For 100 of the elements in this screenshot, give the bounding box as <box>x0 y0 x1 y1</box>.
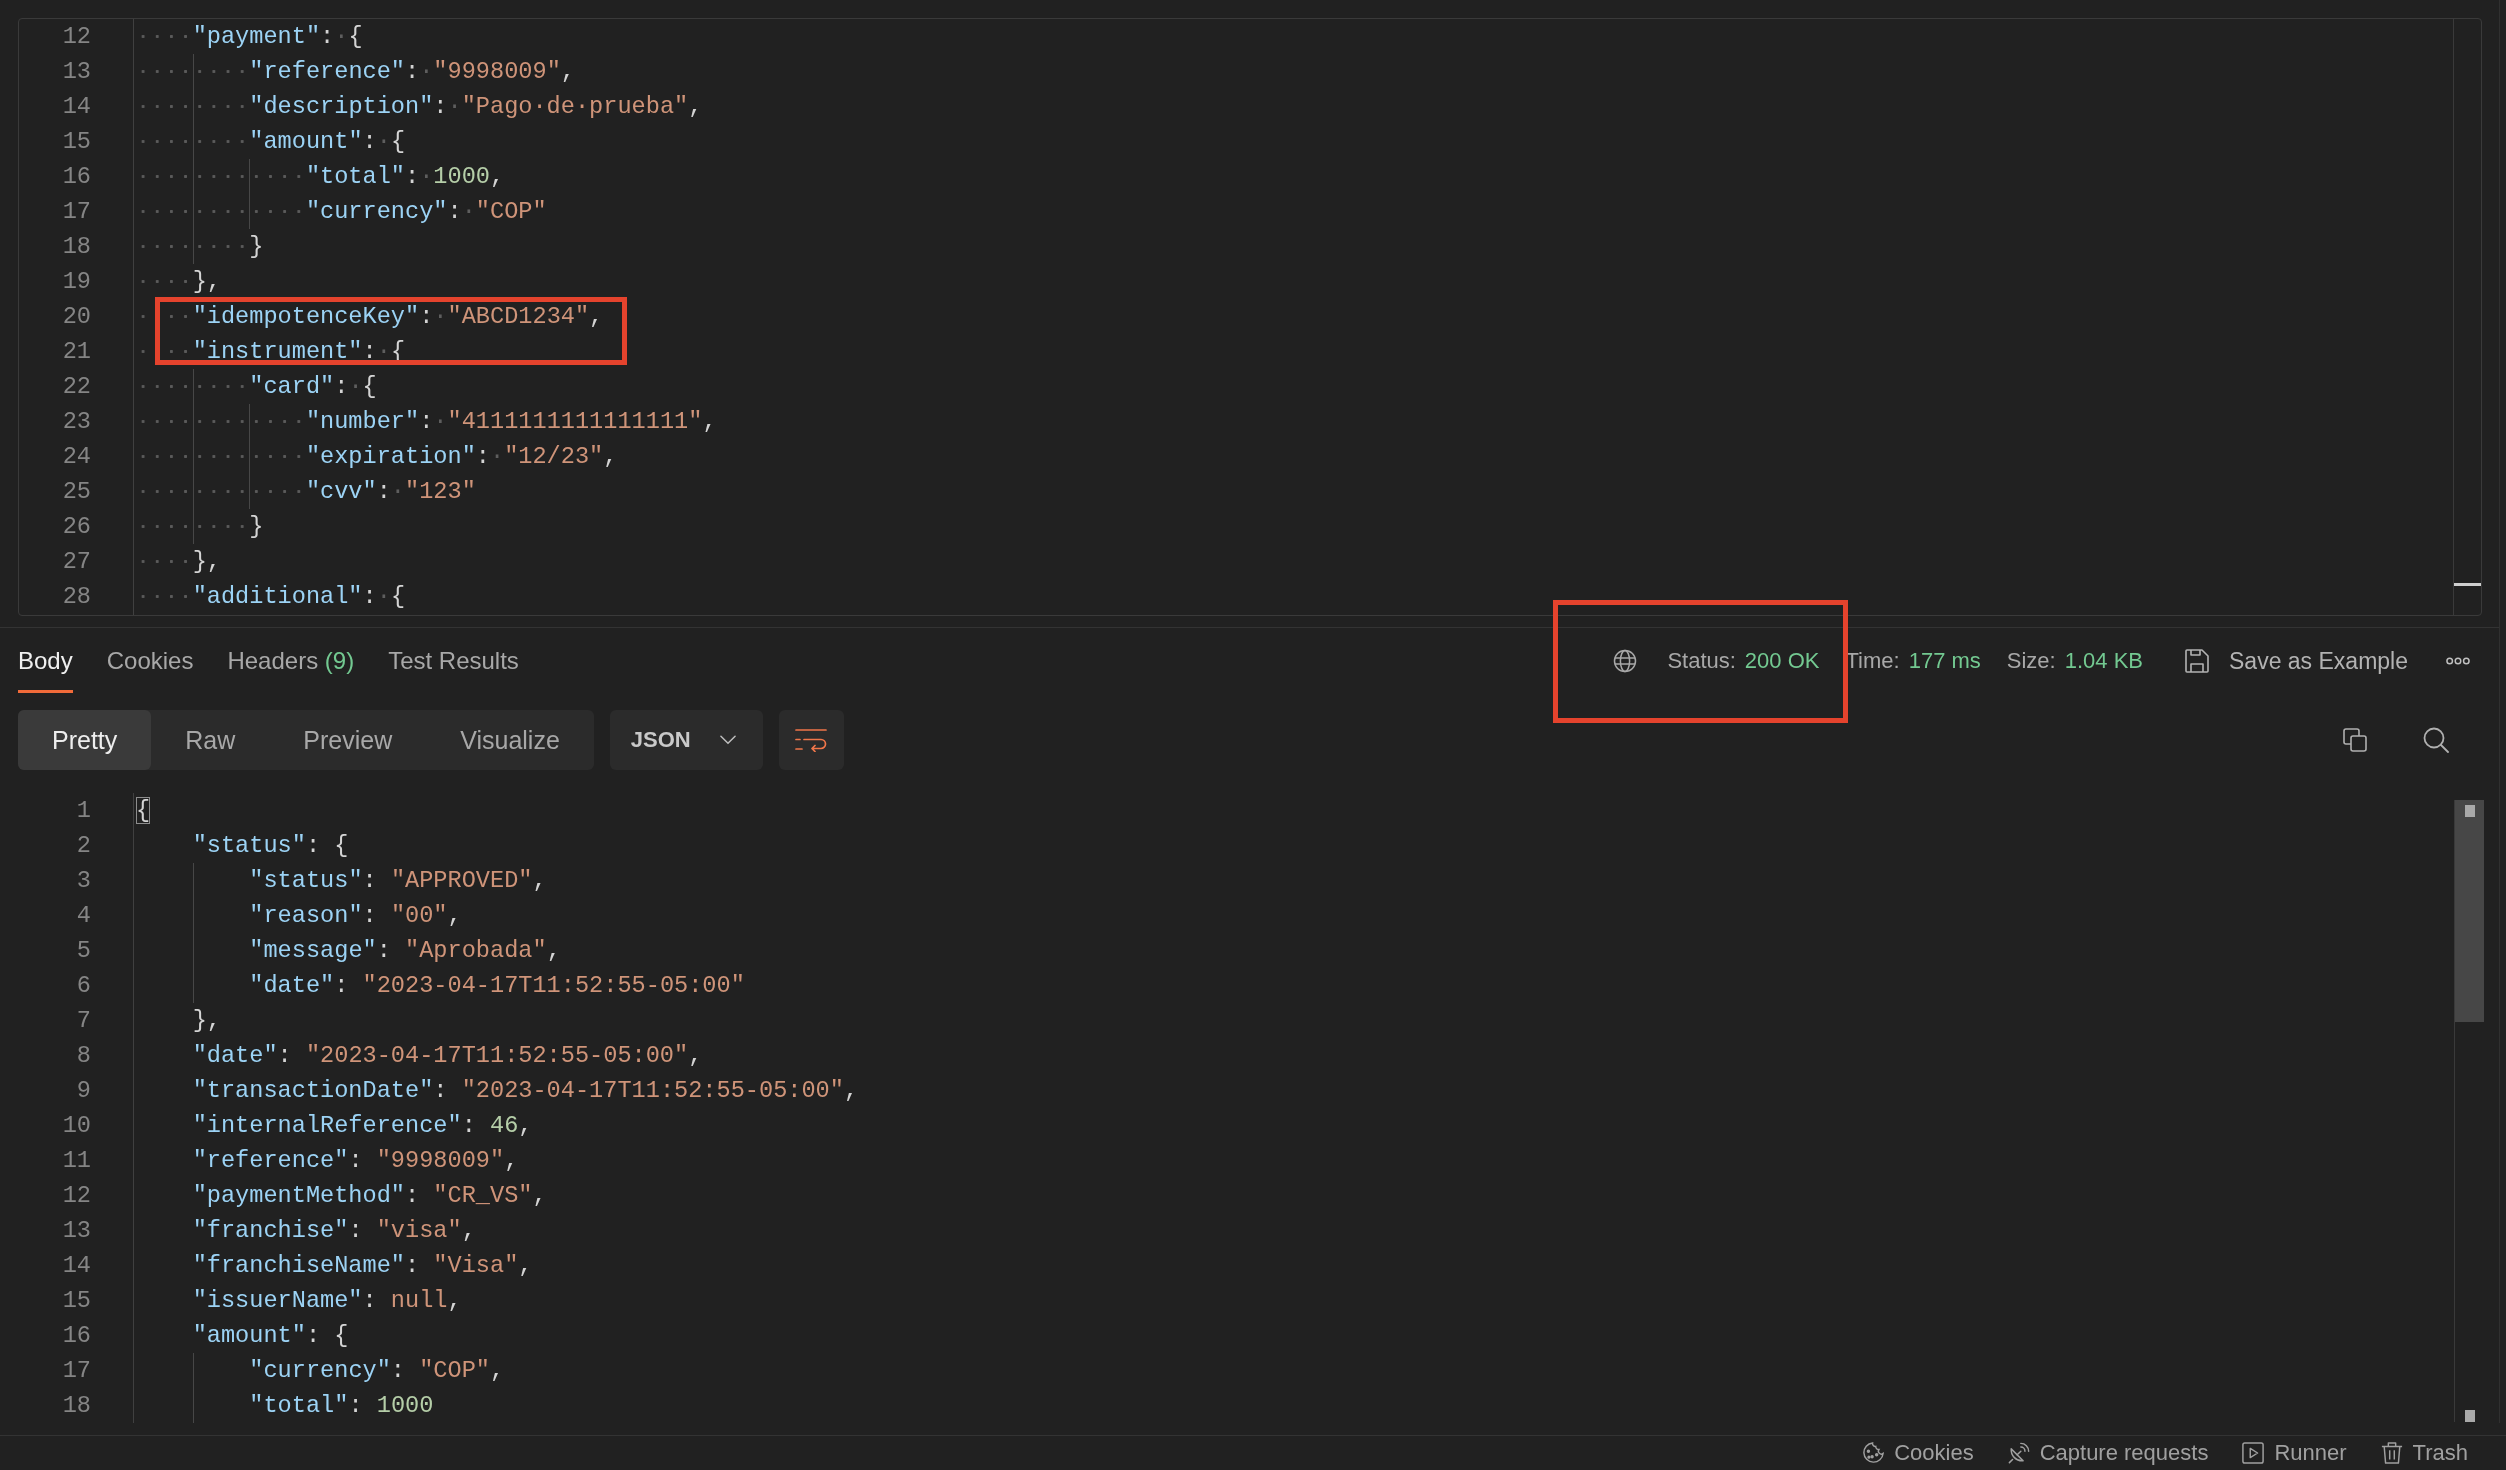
view-mode-option[interactable]: Pretty <box>18 710 152 770</box>
tab[interactable]: Cookies <box>106 647 194 693</box>
line-number: 26 <box>62 513 91 540</box>
code-line: "expiration":·"12/23", <box>136 439 618 474</box>
line-number: 6 <box>76 972 91 999</box>
code-line: "currency":·"COP" <box>136 194 547 229</box>
tab[interactable]: Headers (9) <box>227 647 355 693</box>
line-number: 19 <box>62 268 91 295</box>
code-line: "number":·"4111111111111111", <box>136 404 717 439</box>
stat-value: 200 OK <box>1744 648 1820 674</box>
play-icon <box>2242 1442 2265 1464</box>
tab[interactable]: Body <box>18 647 73 693</box>
line-number: 3 <box>76 867 91 894</box>
scrollbar-thumb[interactable] <box>2455 800 2484 1022</box>
wrap-lines-icon <box>795 728 828 752</box>
line-number: 17 <box>62 1357 91 1384</box>
line-number: 14 <box>62 93 91 120</box>
code-line: }, <box>192 1006 221 1036</box>
line-number: 4 <box>76 902 91 929</box>
code-line: "paymentMethod": "CR_VS", <box>192 1181 547 1211</box>
code-line: "amount": { <box>192 1321 349 1351</box>
view-mode-option[interactable]: Preview <box>269 710 427 770</box>
line-number: 22 <box>62 373 91 400</box>
line-number: 2 <box>76 832 91 859</box>
line-number: 18 <box>62 233 91 260</box>
stat-label: Size: <box>2006 648 2056 674</box>
line-number: 21 <box>62 338 91 365</box>
line-number: 16 <box>62 1322 91 1349</box>
search-icon[interactable] <box>2423 727 2449 753</box>
code-line: "franchiseName": "Visa", <box>192 1251 533 1281</box>
line-number: 11 <box>62 1147 91 1174</box>
line-number: 8 <box>76 1042 91 1069</box>
line-number: 25 <box>62 478 91 505</box>
line-number: 15 <box>62 1287 91 1314</box>
code-line: "internalReference": 46, <box>192 1111 533 1141</box>
chevron-down-icon <box>718 735 737 745</box>
format-dropdown[interactable]: JSON <box>609 710 763 770</box>
cookie-icon <box>1862 1442 1885 1464</box>
line-number: 1 <box>76 797 91 824</box>
line-number: 15 <box>62 128 91 155</box>
status-bar-button[interactable]: Runner <box>2242 1440 2347 1466</box>
stat-label: Time: <box>1845 648 1900 674</box>
code-line: "total": 1000 <box>249 1391 434 1421</box>
satellite-dish-icon <box>2007 1442 2030 1464</box>
code-line: "reason": "00", <box>249 901 462 931</box>
line-number: 20 <box>62 303 91 330</box>
code-line: "status": { <box>192 831 349 861</box>
code-line: "payment":·{ <box>136 19 363 54</box>
scrollbar-thumb[interactable] <box>2454 583 2481 586</box>
code-line: "reference": "9998009", <box>192 1146 519 1176</box>
view-mode-option[interactable]: Visualize <box>426 710 594 770</box>
tab[interactable]: Test Results <box>388 647 519 693</box>
code-line: "reference":·"9998009", <box>136 54 575 89</box>
line-number: 27 <box>62 548 91 575</box>
line-number: 7 <box>76 1007 91 1034</box>
line-number: 23 <box>62 408 91 435</box>
save-icon <box>2185 649 2209 673</box>
code-line: "franchise": "visa", <box>192 1216 476 1246</box>
code-line: "description":·"Pago·de·prueba", <box>136 89 703 124</box>
line-number: 16 <box>62 163 91 190</box>
code-line: "amount":·{ <box>136 124 406 159</box>
stat-value: 177 ms <box>1908 648 1981 674</box>
code-line: "total":·1000, <box>136 159 505 194</box>
code-line: "additional":·{ <box>136 579 406 614</box>
status-bar-button[interactable]: Trash <box>2380 1440 2468 1466</box>
code-line: "transactionDate": "2023-04-17T11:52:55-05:00", <box>192 1076 859 1106</box>
code-line: "idempotenceKey":·"ABCD1234", <box>136 299 604 334</box>
line-number: 13 <box>62 1217 91 1244</box>
code-line: "message": "Aprobada", <box>249 936 561 966</box>
code-line: "card":·{ <box>136 369 377 404</box>
trash-icon <box>2380 1442 2403 1464</box>
line-number: 12 <box>62 23 91 50</box>
line-number: 10 <box>62 1112 91 1139</box>
code-line: "issuerName": null, <box>192 1286 462 1316</box>
code-line: "date": "2023-04-17T11:52:55-05:00", <box>192 1041 703 1071</box>
line-number: 14 <box>62 1252 91 1279</box>
status-bar-button[interactable]: Cookies <box>1862 1440 1974 1466</box>
scroll-marker <box>2465 1410 2475 1422</box>
stat-value: 1.04 KB <box>2064 648 2143 674</box>
save-as-example-button[interactable]: Save as Example <box>2185 647 2408 675</box>
line-number: 5 <box>76 937 91 964</box>
code-line: "currency": "COP", <box>249 1356 505 1386</box>
code-line: "date": "2023-04-17T11:52:55-05:00" <box>249 971 745 1001</box>
line-number: 17 <box>62 198 91 225</box>
line-number: 12 <box>62 1182 91 1209</box>
wrap-lines-button[interactable] <box>778 710 844 770</box>
line-number: 9 <box>76 1077 91 1104</box>
view-mode-option[interactable]: Raw <box>151 710 270 770</box>
more-icon[interactable] <box>2446 657 2470 665</box>
code-line: { <box>136 796 151 826</box>
line-number: 28 <box>62 583 91 610</box>
copy-icon[interactable] <box>2343 728 2367 752</box>
status-bar-button[interactable]: Capture requests <box>2007 1440 2209 1466</box>
line-number: 13 <box>62 58 91 85</box>
globe-icon <box>1613 649 1638 673</box>
scroll-marker <box>2465 805 2475 817</box>
line-number: 24 <box>62 443 91 470</box>
code-line: "status": "APPROVED", <box>249 866 547 896</box>
stat-label: Status: <box>1667 648 1736 674</box>
line-number: 18 <box>62 1392 91 1419</box>
